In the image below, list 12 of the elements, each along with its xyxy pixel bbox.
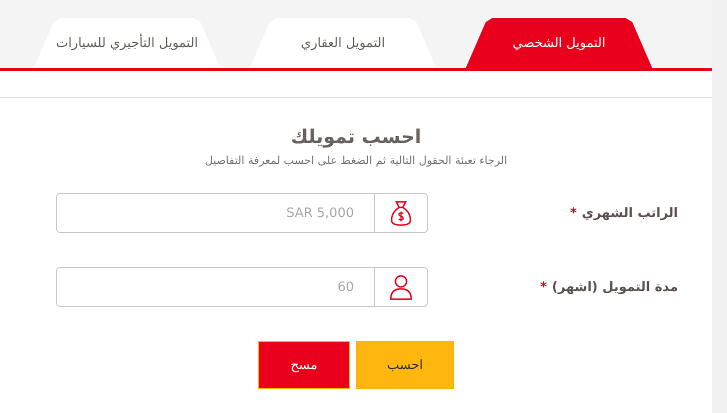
clear-button[interactable]: مسح — [258, 341, 350, 389]
required-mark: * — [570, 206, 577, 220]
input-field[interactable]: SAR 5,000 — [56, 193, 428, 233]
required-mark: * — [540, 280, 547, 294]
form-title: احسب تمويلك — [290, 126, 422, 148]
input-field[interactable]: 60 — [56, 267, 428, 307]
calculate-button[interactable]: احسب — [356, 341, 454, 389]
field-label: مدة التمويل (اشهر) — [552, 280, 678, 294]
person-icon — [388, 273, 414, 301]
money-bag-icon — [388, 199, 414, 227]
field-label: الراتب الشهري — [582, 206, 678, 220]
form-subtitle: الرجاء تعبئة الحقول التالية ثم الضغط على احسب لمعرفة التفاصيل — [204, 154, 508, 167]
